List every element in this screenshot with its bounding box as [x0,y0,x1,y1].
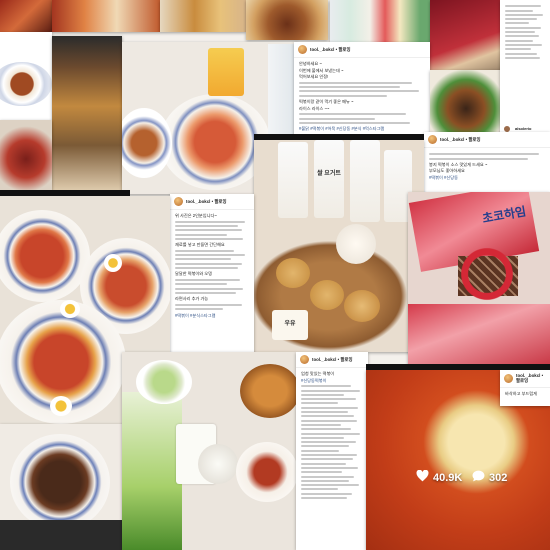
hashtag-line[interactable]: #떡볶이 #분식스타그램 [175,313,249,318]
caption-line: 라면사리 추가 가능 [175,296,209,302]
post-handle[interactable]: tool._.bokcl • 팔로잉 [440,137,481,142]
hashtag-line[interactable]: #신당동떡볶이 [301,378,363,383]
product-label: 우유 [284,321,296,327]
caption-line: 라이스 라이스 ~~ [299,105,330,111]
caption-text-block [175,220,249,240]
photo-frame-bar [254,134,424,140]
caption-text-block [429,153,545,160]
dessert-tray-photo[interactable] [122,352,296,550]
avatar[interactable] [504,373,513,383]
profile-name[interactable]: alsolerio [515,126,531,131]
caption-line: 엄청 맛있는 떡볶이 [301,371,335,376]
product-label: 쌀 요거트 [317,171,341,177]
caption-line: 이번에 불에서 보냈는데 ~ [299,67,344,73]
instagram-post-caption-3[interactable]: tool._.bokcl • 팔로잉 위 사진은 2인분입니다~ 재료를 넣고 … [170,194,254,354]
caption-text-block [175,303,249,311]
caption-line: 먹어보세요 인정! [299,74,329,80]
fries-photo-top[interactable] [160,0,246,32]
salad-photo-right[interactable] [430,70,502,140]
instagram-post-caption-5[interactable]: tool._.bokcl • 팔로잉 바삭하고 부드럽게 [500,370,550,406]
avatar[interactable] [174,197,183,206]
caption-line: 부모님도 좋아하세요 [429,168,465,174]
instagram-post-caption-2[interactable]: tool._.bokcl • 팔로잉 봉지 떡볶이 소스 맛있게 드세요 ~ 부… [424,132,550,192]
post-handle[interactable]: tool._.bokcl • 팔로잉 [516,373,546,384]
caption-text-block [299,81,425,97]
instagram-post-caption-4[interactable]: tool._.bokcl • 팔로잉 엄청 맛있는 떡볶이 #신당동떡볶이 [296,352,368,550]
avatar[interactable] [300,355,309,364]
instagram-post-caption-1[interactable]: tool._.bokcl • 팔로잉 안녕하세요 ~ 이번에 불에서 보냈는데 … [294,42,430,142]
caption-text-block [301,385,363,500]
caption-text-block [505,5,545,59]
skewer-photo-top[interactable] [52,0,160,32]
caption-line: 바삭하고 부드럽게 [505,390,537,396]
caption-line: 위 사진은 2인분입니다~ [175,213,217,218]
caption-line: 떡볶이랑 같이 먹기 좋은 메뉴 ~ [299,99,354,105]
photo-frame-bar [366,364,550,370]
avatar[interactable] [428,135,437,144]
avatar[interactable] [298,45,307,54]
meat-platter-photo[interactable] [0,120,52,198]
caption-line: 봉지 떡볶이 소스 맛있게 드세요 ~ [429,161,488,167]
caption-text-block [175,279,249,294]
tteokbokki-photo-top-left[interactable] [0,0,52,32]
likes-counter[interactable]: 40.9K [416,469,463,485]
chocolate-snack-photo[interactable]: 초코하임 [408,192,550,372]
caption-line: 달달한 떡볶이와 오뎅 [175,271,213,277]
rice-yogurt-cookies-photo[interactable]: 쌀 요거트 우유 [254,140,424,352]
comment-bubble-icon[interactable] [472,470,485,485]
likes-count: 40.9K [433,471,463,484]
caption-line: 재료를 넣고 만들면 간단해요 [175,242,225,248]
post-handle[interactable]: tool._.bokcl • 팔로잉 [186,199,227,204]
comments-count: 302 [489,471,508,484]
hashtag-line[interactable]: #떡볶이 #신당동 [429,175,545,180]
grill-photo-left[interactable] [52,36,122,192]
post-handle[interactable]: tool._.bokcl • 팔로잉 [312,357,353,362]
caption-text-block [175,249,249,270]
heart-icon[interactable] [416,469,429,485]
post-handle[interactable]: tool._.bokcl • 팔로잉 [310,47,351,52]
bottles-photo-top[interactable] [330,0,430,42]
noodle-bowl-photo[interactable] [0,32,52,120]
dish-photo-top[interactable] [246,0,328,40]
bulgogi-plate-photo[interactable] [0,424,124,550]
photo-frame-bar [0,190,130,196]
caption-line: 안녕하세요 ~ [299,61,322,66]
hashtag-line[interactable]: #불닭 #떡볶이 #어묵 #신당동 #분식 #먹스타그램 [299,126,425,131]
side-profile-post[interactable]: alsolerio [500,0,550,140]
comments-counter[interactable]: 302 [472,470,507,485]
caption-text-block [299,113,425,124]
